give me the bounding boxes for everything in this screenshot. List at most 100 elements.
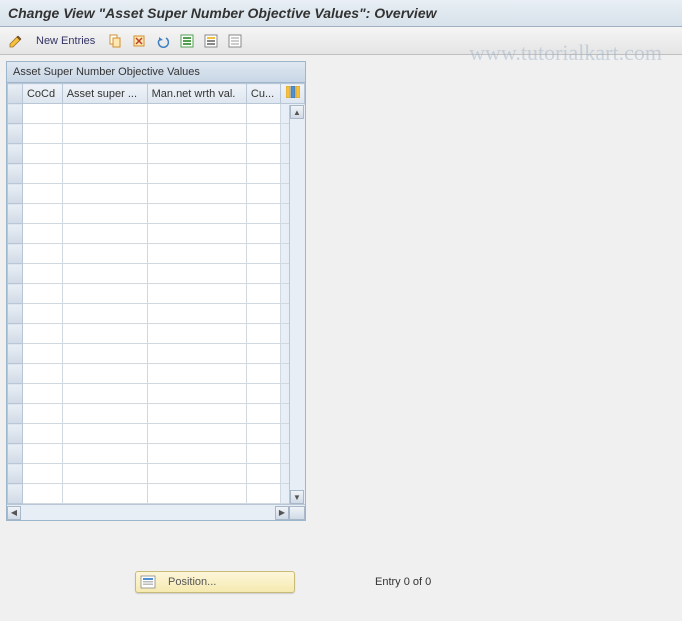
- table-cell[interactable]: [22, 184, 62, 204]
- table-cell[interactable]: [147, 464, 246, 484]
- table-cell[interactable]: [22, 324, 62, 344]
- table-row[interactable]: [8, 424, 305, 444]
- table-row[interactable]: [8, 144, 305, 164]
- row-selector-cell[interactable]: [8, 424, 23, 444]
- table-cell[interactable]: [62, 344, 147, 364]
- undo-icon[interactable]: [153, 31, 173, 51]
- table-row[interactable]: [8, 104, 305, 124]
- table-cell[interactable]: [246, 344, 281, 364]
- row-selector-cell[interactable]: [8, 224, 23, 244]
- table-cell[interactable]: [62, 204, 147, 224]
- copy-icon[interactable]: [105, 31, 125, 51]
- table-cell[interactable]: [147, 284, 246, 304]
- table-cell[interactable]: [22, 424, 62, 444]
- table-cell[interactable]: [246, 144, 281, 164]
- table-cell[interactable]: [22, 304, 62, 324]
- table-row[interactable]: [8, 404, 305, 424]
- table-cell[interactable]: [22, 124, 62, 144]
- table-cell[interactable]: [62, 444, 147, 464]
- table-cell[interactable]: [246, 444, 281, 464]
- row-selector-cell[interactable]: [8, 364, 23, 384]
- table-cell[interactable]: [22, 204, 62, 224]
- table-cell[interactable]: [246, 324, 281, 344]
- horizontal-scrollbar[interactable]: ◀ ▶: [7, 504, 305, 520]
- row-selector-cell[interactable]: [8, 164, 23, 184]
- table-cell[interactable]: [147, 404, 246, 424]
- column-config-button[interactable]: [281, 84, 305, 104]
- table-cell[interactable]: [22, 384, 62, 404]
- table-cell[interactable]: [246, 184, 281, 204]
- table-cell[interactable]: [22, 104, 62, 124]
- table-cell[interactable]: [147, 384, 246, 404]
- table-cell[interactable]: [22, 164, 62, 184]
- table-cell[interactable]: [62, 304, 147, 324]
- table-cell[interactable]: [147, 444, 246, 464]
- row-selector-cell[interactable]: [8, 124, 23, 144]
- table-cell[interactable]: [147, 344, 246, 364]
- table-row[interactable]: [8, 344, 305, 364]
- column-header-cocd[interactable]: CoCd: [22, 84, 62, 104]
- table-cell[interactable]: [246, 204, 281, 224]
- table-cell[interactable]: [246, 244, 281, 264]
- table-cell[interactable]: [147, 484, 246, 504]
- table-cell[interactable]: [62, 364, 147, 384]
- table-row[interactable]: [8, 244, 305, 264]
- table-cell[interactable]: [22, 444, 62, 464]
- row-selector-cell[interactable]: [8, 324, 23, 344]
- table-cell[interactable]: [147, 144, 246, 164]
- table-row[interactable]: [8, 164, 305, 184]
- table-cell[interactable]: [147, 304, 246, 324]
- table-cell[interactable]: [62, 244, 147, 264]
- table-cell[interactable]: [62, 424, 147, 444]
- table-row[interactable]: [8, 304, 305, 324]
- row-selector-cell[interactable]: [8, 184, 23, 204]
- table-row[interactable]: [8, 464, 305, 484]
- table-cell[interactable]: [62, 464, 147, 484]
- table-cell[interactable]: [22, 464, 62, 484]
- table-cell[interactable]: [22, 404, 62, 424]
- table-cell[interactable]: [62, 324, 147, 344]
- table-cell[interactable]: [62, 484, 147, 504]
- table-cell[interactable]: [62, 264, 147, 284]
- table-row[interactable]: [8, 204, 305, 224]
- select-block-icon[interactable]: [201, 31, 221, 51]
- row-selector-cell[interactable]: [8, 304, 23, 324]
- table-cell[interactable]: [147, 184, 246, 204]
- table-cell[interactable]: [246, 464, 281, 484]
- row-selector-cell[interactable]: [8, 204, 23, 224]
- vertical-scrollbar[interactable]: ▲ ▼: [289, 105, 305, 504]
- horizontal-scroll-track[interactable]: [21, 506, 275, 520]
- table-row[interactable]: [8, 264, 305, 284]
- table-cell[interactable]: [147, 124, 246, 144]
- table-cell[interactable]: [147, 364, 246, 384]
- select-all-icon[interactable]: [177, 31, 197, 51]
- row-selector-cell[interactable]: [8, 104, 23, 124]
- table-row[interactable]: [8, 184, 305, 204]
- table-cell[interactable]: [22, 364, 62, 384]
- table-cell[interactable]: [246, 164, 281, 184]
- table-cell[interactable]: [62, 164, 147, 184]
- row-selector-cell[interactable]: [8, 404, 23, 424]
- table-cell[interactable]: [62, 104, 147, 124]
- table-cell[interactable]: [22, 344, 62, 364]
- row-selector-cell[interactable]: [8, 384, 23, 404]
- row-selector-cell[interactable]: [8, 344, 23, 364]
- table-cell[interactable]: [246, 104, 281, 124]
- table-cell[interactable]: [22, 484, 62, 504]
- table-row[interactable]: [8, 364, 305, 384]
- table-cell[interactable]: [246, 404, 281, 424]
- table-row[interactable]: [8, 384, 305, 404]
- table-cell[interactable]: [62, 184, 147, 204]
- table-cell[interactable]: [246, 484, 281, 504]
- table-cell[interactable]: [246, 384, 281, 404]
- row-selector-cell[interactable]: [8, 244, 23, 264]
- new-entries-button[interactable]: New Entries: [30, 33, 101, 49]
- table-cell[interactable]: [62, 284, 147, 304]
- table-cell[interactable]: [147, 204, 246, 224]
- table-cell[interactable]: [147, 104, 246, 124]
- table-cell[interactable]: [147, 224, 246, 244]
- table-cell[interactable]: [62, 404, 147, 424]
- table-cell[interactable]: [246, 304, 281, 324]
- table-cell[interactable]: [22, 264, 62, 284]
- deselect-all-icon[interactable]: [225, 31, 245, 51]
